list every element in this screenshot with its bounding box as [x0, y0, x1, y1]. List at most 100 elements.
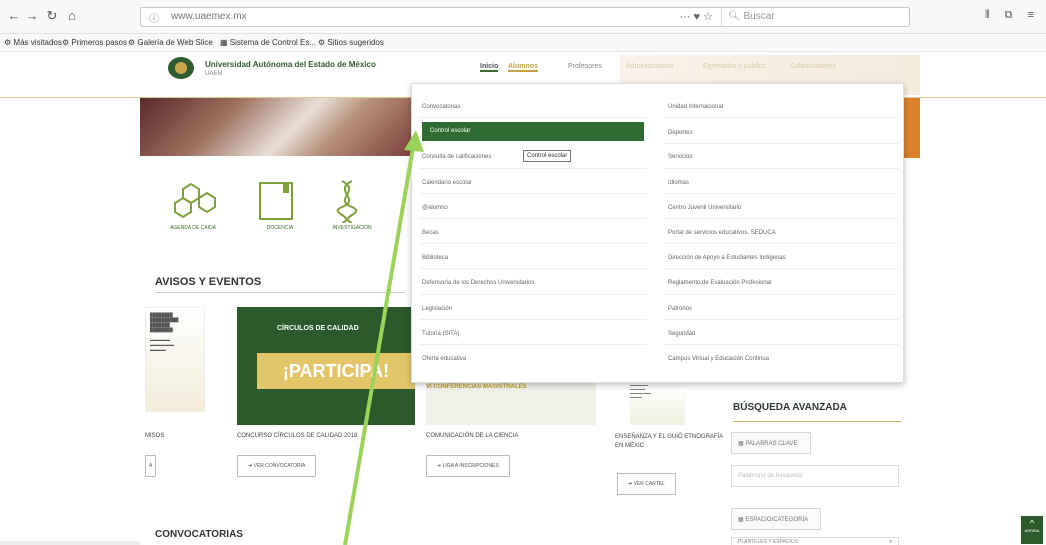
menu-item-unidad-internacional[interactable]: Unidad Internacional	[668, 100, 723, 114]
menu-item-alumno[interactable]: @alumno	[422, 201, 448, 215]
scroll-top-label: ARRIBA	[1024, 528, 1040, 533]
nav-profesores[interactable]: Profesores	[568, 63, 602, 70]
menu-item-centro-juvenil[interactable]: Centro Juvenil Universitario	[668, 201, 741, 215]
category-button[interactable]: ▦ ESPACIO/CATEGORÍA	[731, 508, 821, 530]
menu-separator	[419, 243, 647, 244]
agenda-link[interactable]: AGENDA DE CAIDA	[163, 177, 223, 237]
menu-separator	[419, 319, 647, 320]
scroll-top-button[interactable]: ^ ARRIBA	[1021, 516, 1043, 544]
menu-separator	[419, 294, 647, 295]
hero-image	[140, 98, 415, 156]
poster-text: VI CONFERENCIAS MAGISTRALES	[426, 384, 527, 390]
bookmark-item[interactable]: ⚙ Más visitados	[4, 38, 62, 47]
event-button[interactable]: A	[145, 455, 157, 477]
url-bar[interactable]: ⓘ www.uaemex.mx ··· ♥ ☆ 🔍︎ Buscar	[140, 7, 910, 27]
bookmark-item[interactable]: ⚙ Sitios sugeridos	[318, 38, 384, 47]
chevron-down-icon: ▾	[889, 539, 892, 545]
menu-item-apoyo-indigenas[interactable]: Dirección de Apoyo a Estudiantes Indígen…	[668, 251, 786, 265]
menu-item-defensoria[interactable]: Defensoría de los Derechos Universitario…	[422, 276, 534, 290]
menu-item-convocatorias[interactable]: Convocatorias	[422, 100, 460, 114]
menu-item-tutoria[interactable]: Tutoría (SITA)	[422, 327, 459, 341]
menu-separator	[664, 143, 900, 144]
bookmark-item[interactable]: ⚙ Galería de Web Slice	[128, 38, 213, 47]
menu-item-patronos[interactable]: Patronos	[668, 302, 692, 316]
poster-text: CÍRCULOS DE CALIDAD	[277, 325, 359, 332]
menu-item-servicios[interactable]: Servicios	[668, 150, 692, 164]
reload-icon[interactable]: ↻	[44, 8, 60, 24]
investigacion-link[interactable]: INVESTIGACIÓN	[322, 177, 382, 237]
menu-item-campus-virtual[interactable]: Campus Virtual y Educación Continua	[668, 352, 769, 366]
event-title[interactable]: MISOS	[145, 433, 164, 439]
menu-separator	[664, 243, 900, 244]
home-icon[interactable]: ⌂	[64, 8, 80, 24]
menu-separator	[419, 268, 647, 269]
menu-separator	[664, 168, 900, 169]
menu-item-control-escolar[interactable]: Control escolar	[422, 122, 644, 141]
busqueda-divider	[733, 421, 901, 422]
menu-separator	[664, 218, 900, 219]
nav-colaboradores[interactable]: Colaboradores	[790, 63, 836, 70]
forward-icon[interactable]: →	[24, 8, 40, 24]
menu-separator	[419, 193, 647, 194]
menu-item-deportes[interactable]: Deportes	[668, 126, 692, 140]
hero-accent	[902, 98, 920, 158]
search-input[interactable]: 🔍︎ Buscar	[721, 8, 909, 26]
university-abbrev: UAEM	[205, 71, 223, 77]
toolbar-right-icons[interactable]: ⫴ ⧉ ≡	[985, 9, 1040, 22]
menu-separator	[419, 168, 647, 169]
menu-item-oferta-educativa[interactable]: Oferta educativa	[422, 352, 466, 366]
bookmark-item[interactable]: ▦ Sistema de Control Es...	[220, 38, 316, 47]
menu-separator	[419, 344, 647, 345]
status-bar	[0, 541, 140, 545]
search-icon: 🔍︎	[728, 11, 744, 22]
icon-label: DOCENCIA	[266, 225, 294, 231]
hexagon-molecule-icon	[174, 182, 216, 219]
menu-item-calendario[interactable]: Calendario escolar	[422, 176, 472, 190]
menu-item-biblioteca[interactable]: Biblioteca	[422, 251, 448, 265]
university-name[interactable]: Universidad Autónoma del Estado de Méxic…	[205, 60, 376, 69]
bookmark-item[interactable]: ⚙ Primeros pasos	[62, 38, 127, 47]
poster-banner: ¡PARTICIPA!	[257, 353, 415, 389]
event-button[interactable]: ➔ VER CARTEL	[617, 473, 676, 495]
menu-item-seguridad[interactable]: Seguridad	[668, 327, 695, 341]
chevron-up-icon: ^	[1029, 518, 1035, 528]
url-text: www.uaemex.mx	[171, 11, 247, 22]
link-tooltip: Control escolar	[523, 150, 572, 162]
info-icon[interactable]: ⓘ	[149, 10, 159, 25]
menu-item-becas[interactable]: Becas	[422, 226, 439, 240]
menu-item-consulta-calificaciones[interactable]: Consulta de calificaciones	[422, 150, 491, 164]
category-select[interactable]: PLANTELES Y ESPACIOS ▾	[731, 537, 899, 545]
page-action-icons[interactable]: ··· ♥ ☆	[680, 10, 714, 23]
section-title-convocatorias: CONVOCATORIAS	[155, 529, 243, 540]
menu-item-seduca[interactable]: Portal de servicios educativos, SEDUCA	[668, 226, 776, 240]
nav-administrativos[interactable]: Administrativos	[626, 63, 673, 70]
event-card[interactable]: CÍRCULOS DE CALIDAD ¡PARTICIPA! CONCURSO…	[237, 307, 415, 477]
event-button[interactable]: ➔ VER CONVOCATORIA	[237, 455, 317, 477]
event-card[interactable]: ████████ ██████████ ███████ ████████ ▬▬▬▬▬ ▬▬…	[145, 307, 205, 477]
university-logo[interactable]	[168, 57, 194, 79]
nav-egresados[interactable]: Egresados y público	[703, 63, 766, 70]
search-keywords-input[interactable]: Palabra(s) de búsqueda	[731, 465, 899, 487]
dna-icon	[336, 180, 358, 224]
event-title[interactable]: ENSEÑANZA Y EL GUIÓ ETNOGRAFÍA EN MÉXIC	[615, 433, 725, 451]
nav-inicio[interactable]: Inicio	[480, 63, 499, 72]
search-placeholder: Buscar	[743, 11, 775, 22]
section-divider	[155, 292, 405, 293]
menu-separator	[664, 193, 900, 194]
menu-item-evaluacion-profesional[interactable]: Reglamento de Evaluación Profesional	[668, 276, 771, 290]
nav-alumnos[interactable]: Alumnos	[508, 63, 538, 72]
keywords-button[interactable]: ▦ PALABRAS CLAVE	[731, 432, 811, 454]
bookmarks-bar: ⚙ Más visitados ⚙ Primeros pasos ⚙ Galer…	[0, 34, 1046, 52]
menu-separator	[664, 268, 900, 269]
menu-item-legislacion[interactable]: Legislación	[422, 302, 452, 316]
menu-separator	[664, 344, 900, 345]
menu-item-idiomas[interactable]: Idiomas	[668, 176, 689, 190]
menu-separator	[664, 117, 900, 118]
docencia-link[interactable]: DOCENCIA	[250, 177, 310, 237]
event-title[interactable]: COMUNICACIÓN DE LA CIENCIA	[426, 433, 518, 439]
back-icon[interactable]: ←	[6, 8, 22, 24]
event-title[interactable]: CONCURSO CÍRCULOS DE CALIDAD 2018	[237, 433, 357, 439]
event-button[interactable]: ➔ LIGA A INSCRIPCIONES	[426, 455, 510, 477]
section-title-avisos: AVISOS Y EVENTOS	[155, 276, 262, 288]
menu-separator	[664, 294, 900, 295]
